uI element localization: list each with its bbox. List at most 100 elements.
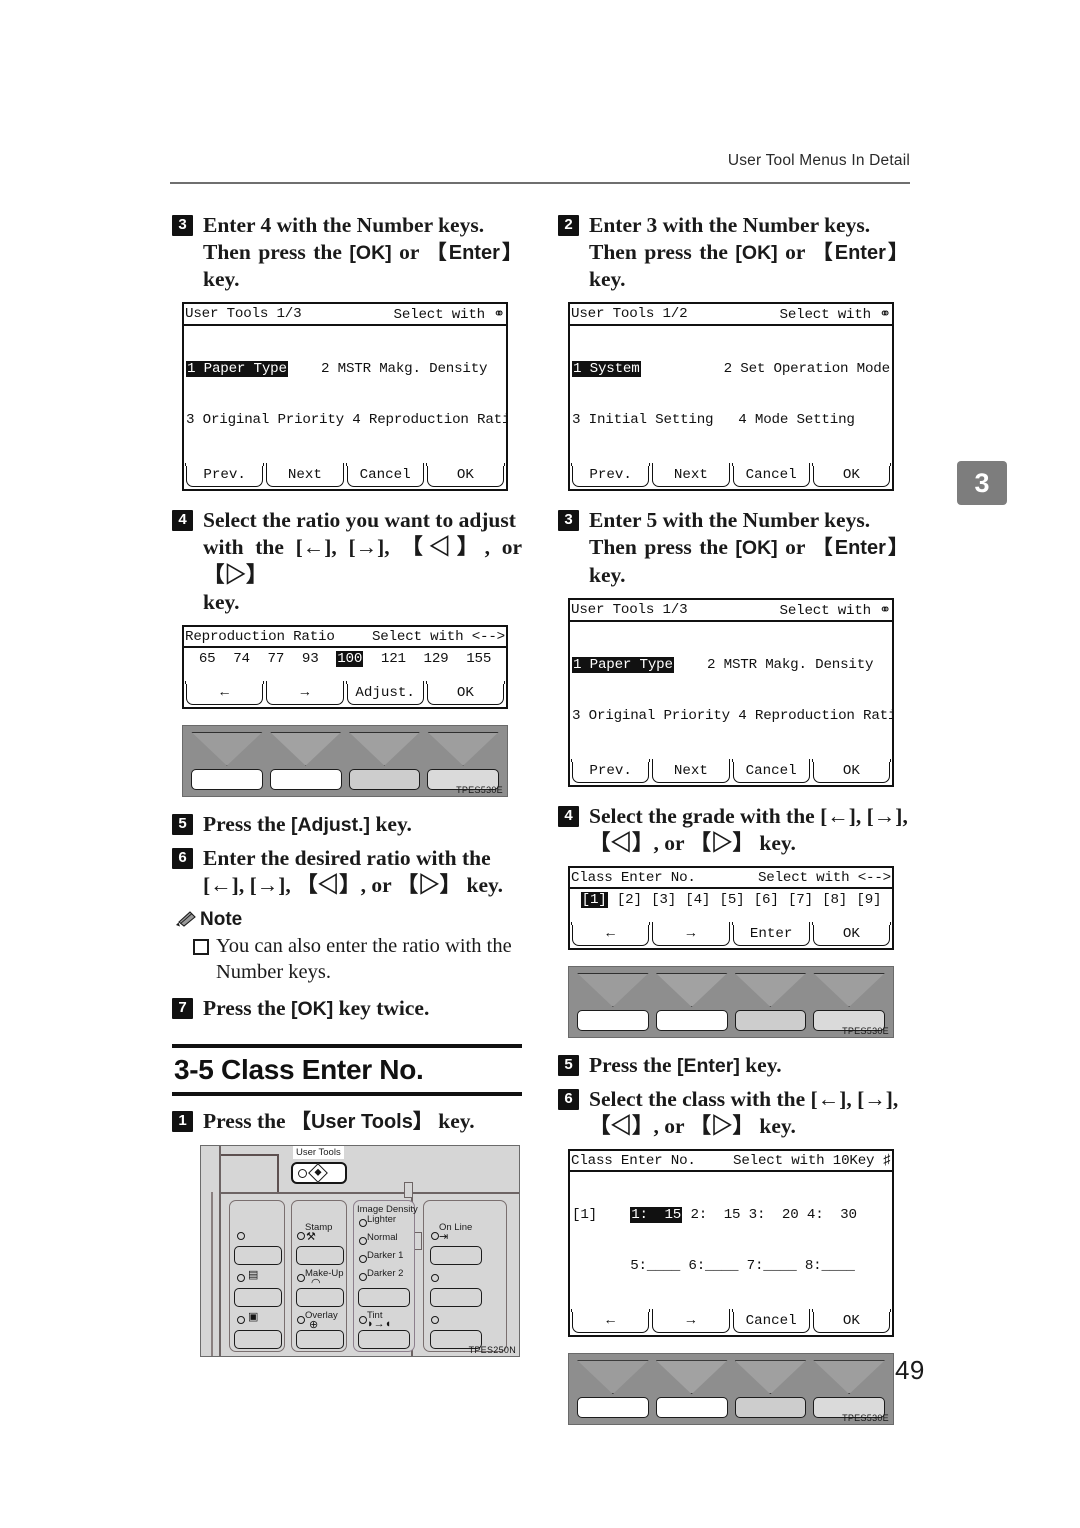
led-indicator-icon: [298, 1168, 307, 1178]
menu-item-3[interactable]: 3 Original Priority: [572, 708, 730, 724]
lcd-class-enter-no-values: Class Enter No. Select with 10Key ♯ [1] …: [568, 1149, 894, 1338]
note-heading: Note: [176, 909, 522, 931]
softkey-left-arrow[interactable]: ←: [571, 1309, 651, 1334]
panel-key[interactable]: [234, 1246, 282, 1266]
class-value-7[interactable]: 7:____: [747, 1258, 797, 1274]
softkey-cells: [577, 1360, 885, 1419]
hardware-key-3[interactable]: [348, 768, 421, 790]
softkey-cancel[interactable]: Cancel: [731, 1309, 811, 1334]
ratio-100-selected[interactable]: 100: [336, 650, 364, 667]
grade-4[interactable]: [4]: [685, 892, 710, 908]
lcd-menu-body: 1 Paper Type 2 MSTR Makg. Density 3 Orig…: [570, 622, 892, 761]
step-text-post: key.: [739, 1052, 782, 1077]
panel-key[interactable]: [430, 1288, 482, 1308]
softkey-hardware-figure-right-2: TPES530E: [568, 1353, 894, 1426]
panel-key-makeup[interactable]: [296, 1288, 344, 1308]
panel-edge: [277, 1154, 279, 1193]
hardware-key-1[interactable]: [577, 1009, 649, 1031]
class-value-6[interactable]: 6:____: [688, 1258, 738, 1274]
softkey-right-arrow[interactable]: →: [651, 921, 731, 946]
panel-key[interactable]: [234, 1288, 282, 1308]
grade-9[interactable]: [9]: [856, 892, 881, 908]
lcd-title-right: Select with ⚭: [779, 307, 892, 324]
step-line-2-mid: or: [391, 240, 427, 265]
hardware-key-3[interactable]: [734, 1009, 807, 1031]
menu-item-selected[interactable]: 1 Paper Type: [186, 361, 288, 378]
step-text-pre: Then press the: [589, 240, 736, 265]
class-value-8[interactable]: 8:____: [805, 1258, 855, 1274]
softkey-cancel[interactable]: Cancel: [731, 463, 811, 488]
lcd-softkey-row: ← → Cancel OK: [570, 1309, 892, 1335]
panel-key-stamp[interactable]: [296, 1246, 344, 1266]
panel-edge: [211, 1192, 213, 1357]
softkey-right-arrow[interactable]: →: [651, 1309, 731, 1334]
hardware-key-2[interactable]: [269, 768, 342, 790]
menu-item-selected[interactable]: 1 System: [572, 361, 641, 378]
grade-7[interactable]: [7]: [788, 892, 813, 908]
panel-key-online[interactable]: [430, 1246, 482, 1266]
ratio-93[interactable]: 93: [302, 651, 319, 667]
ratio-65[interactable]: 65: [199, 651, 216, 667]
softkey-cancel[interactable]: Cancel: [731, 758, 811, 783]
ratio-155[interactable]: 155: [466, 651, 491, 667]
ratio-129[interactable]: 129: [424, 651, 449, 667]
softkey-enter[interactable]: Enter: [731, 921, 811, 946]
softkey-left-arrow[interactable]: ←: [571, 921, 651, 946]
hardware-key-1[interactable]: [191, 768, 263, 790]
softkey-right-arrow[interactable]: →: [265, 680, 345, 705]
hardware-key-2[interactable]: [655, 1009, 728, 1031]
softkey-ok[interactable]: OK: [812, 758, 891, 783]
menu-item-2[interactable]: 2 Set Operation Mode: [724, 361, 890, 377]
ratio-74[interactable]: 74: [233, 651, 250, 667]
step-number: 7: [172, 998, 193, 1020]
softkey-prev[interactable]: Prev.: [185, 463, 265, 488]
softkey-ok[interactable]: OK: [812, 463, 891, 488]
class-value-2[interactable]: 2: 15: [690, 1207, 740, 1223]
grade-3[interactable]: [3]: [651, 892, 676, 908]
hardware-key-1[interactable]: [577, 1397, 649, 1419]
softkey-ok[interactable]: OK: [812, 921, 891, 946]
softkey-left-arrow[interactable]: ←: [185, 680, 265, 705]
step-line-1: Select the ratio you want to adjust: [203, 508, 516, 533]
menu-item-2[interactable]: 2 MSTR Makg. Density: [321, 361, 487, 377]
softkey-cancel[interactable]: Cancel: [345, 463, 425, 488]
grade-2[interactable]: [2]: [617, 892, 642, 908]
panel-key-overlay[interactable]: [296, 1330, 344, 1350]
softkey-ok[interactable]: OK: [426, 463, 505, 488]
menu-item-4[interactable]: 4 Reproduction Ratio: [738, 708, 892, 724]
menu-item-4[interactable]: 4 Mode Setting: [738, 412, 855, 428]
menu-item-2[interactable]: 2 MSTR Makg. Density: [707, 657, 873, 673]
class-value-4[interactable]: 4: 30: [807, 1207, 857, 1223]
grade-5[interactable]: [5]: [720, 892, 745, 908]
running-header: User Tool Menus In Detail: [727, 152, 910, 169]
menu-item-4[interactable]: 4 Reproduction Ratio: [352, 412, 506, 428]
grade-8[interactable]: [8]: [822, 892, 847, 908]
lcd-title-bar: User Tools 1/2 Select with ⚭: [570, 304, 892, 327]
class-value-3[interactable]: 3: 20: [749, 1207, 799, 1223]
page-icon: ▣: [248, 1311, 259, 1324]
ratio-121[interactable]: 121: [381, 651, 406, 667]
panel-key-tint[interactable]: [358, 1330, 410, 1350]
grade-1-selected[interactable]: [1]: [580, 891, 608, 908]
hardware-key-2[interactable]: [655, 1397, 728, 1419]
panel-key[interactable]: [234, 1330, 282, 1350]
softkey-ok[interactable]: OK: [426, 680, 505, 705]
softkey-prev[interactable]: Prev.: [571, 758, 651, 783]
menu-item-3[interactable]: 3 Initial Setting: [572, 412, 714, 428]
menu-item-selected[interactable]: 1 Paper Type: [572, 656, 674, 673]
panel-key-image-density[interactable]: [358, 1288, 410, 1308]
hardware-key-3[interactable]: [734, 1397, 807, 1419]
ratio-77[interactable]: 77: [268, 651, 285, 667]
softkey-next[interactable]: Next: [651, 463, 731, 488]
softkey-ok[interactable]: OK: [812, 1309, 891, 1334]
grade-6[interactable]: [6]: [754, 892, 779, 908]
darker2-label: Darker 2: [367, 1268, 404, 1280]
softkey-prev[interactable]: Prev.: [571, 463, 651, 488]
softkey-next[interactable]: Next: [651, 758, 731, 783]
class-value-1-selected[interactable]: 1: 15: [630, 1207, 683, 1224]
softkey-adjust[interactable]: Adjust.: [345, 680, 425, 705]
user-tools-key[interactable]: [291, 1162, 347, 1185]
menu-item-3[interactable]: 3 Original Priority: [186, 412, 344, 428]
class-value-5[interactable]: 5:____: [630, 1258, 680, 1274]
softkey-next[interactable]: Next: [265, 463, 345, 488]
